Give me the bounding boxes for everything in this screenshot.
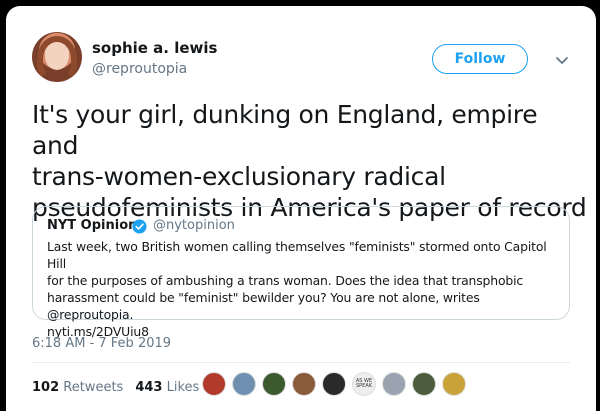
engagement-stats: 102 Retweets 443 Likes <box>32 380 199 395</box>
divider <box>32 362 570 363</box>
tweet-text: It's your girl, dunking on England, empi… <box>32 99 587 223</box>
tweet-line: It's your girl, dunking on England, empi… <box>32 100 538 160</box>
liker-avatar[interactable] <box>202 372 226 396</box>
tweet-timestamp[interactable]: 6:18 AM - 7 Feb 2019 <box>32 336 171 351</box>
tweet-line: trans-women-exclusionary radical <box>32 162 446 191</box>
user-name[interactable]: sophie a. lewis <box>92 39 217 57</box>
likes-label: Likes <box>166 380 200 395</box>
follow-button[interactable]: Follow <box>432 44 528 74</box>
avatar-face <box>45 42 69 70</box>
liker-avatars: AS WE SPEAK <box>202 372 472 398</box>
chevron-down-icon[interactable] <box>554 52 570 68</box>
retweets-label: Retweets <box>63 380 124 395</box>
liker-avatar[interactable] <box>322 372 346 396</box>
liker-avatar[interactable] <box>442 372 466 396</box>
liker-avatar[interactable] <box>382 372 406 396</box>
liker-avatar[interactable] <box>262 372 286 396</box>
liker-avatar[interactable] <box>292 372 316 396</box>
quoted-line: Last week, two British women calling the… <box>47 239 547 271</box>
liker-avatar[interactable]: AS WE SPEAK <box>352 372 376 396</box>
quoted-tweet-text: Last week, two British women calling the… <box>47 238 562 340</box>
verified-badge-icon <box>132 219 147 234</box>
tweet-card: sophie a. lewis @reproutopia Follow It's… <box>6 6 596 411</box>
avatar[interactable] <box>32 32 82 82</box>
quoted-line: harassment could be "feminist" bewilder … <box>47 290 480 322</box>
retweets-stat[interactable]: 102 Retweets <box>32 380 123 395</box>
retweets-count: 102 <box>32 380 60 395</box>
quoted-tweet[interactable]: NYT Opinion @nytopinion Last week, two B… <box>32 206 570 339</box>
user-handle[interactable]: @reproutopia <box>92 61 187 77</box>
quoted-user-name: NYT Opinion <box>47 218 138 233</box>
quoted-line: for the purposes of ambushing a trans wo… <box>47 273 524 288</box>
quoted-user-handle: @nytopinion <box>153 218 235 233</box>
likes-stat[interactable]: 443 Likes <box>135 380 199 395</box>
liker-avatar[interactable] <box>412 372 436 396</box>
likes-count: 443 <box>135 380 163 395</box>
liker-avatar[interactable] <box>232 372 256 396</box>
